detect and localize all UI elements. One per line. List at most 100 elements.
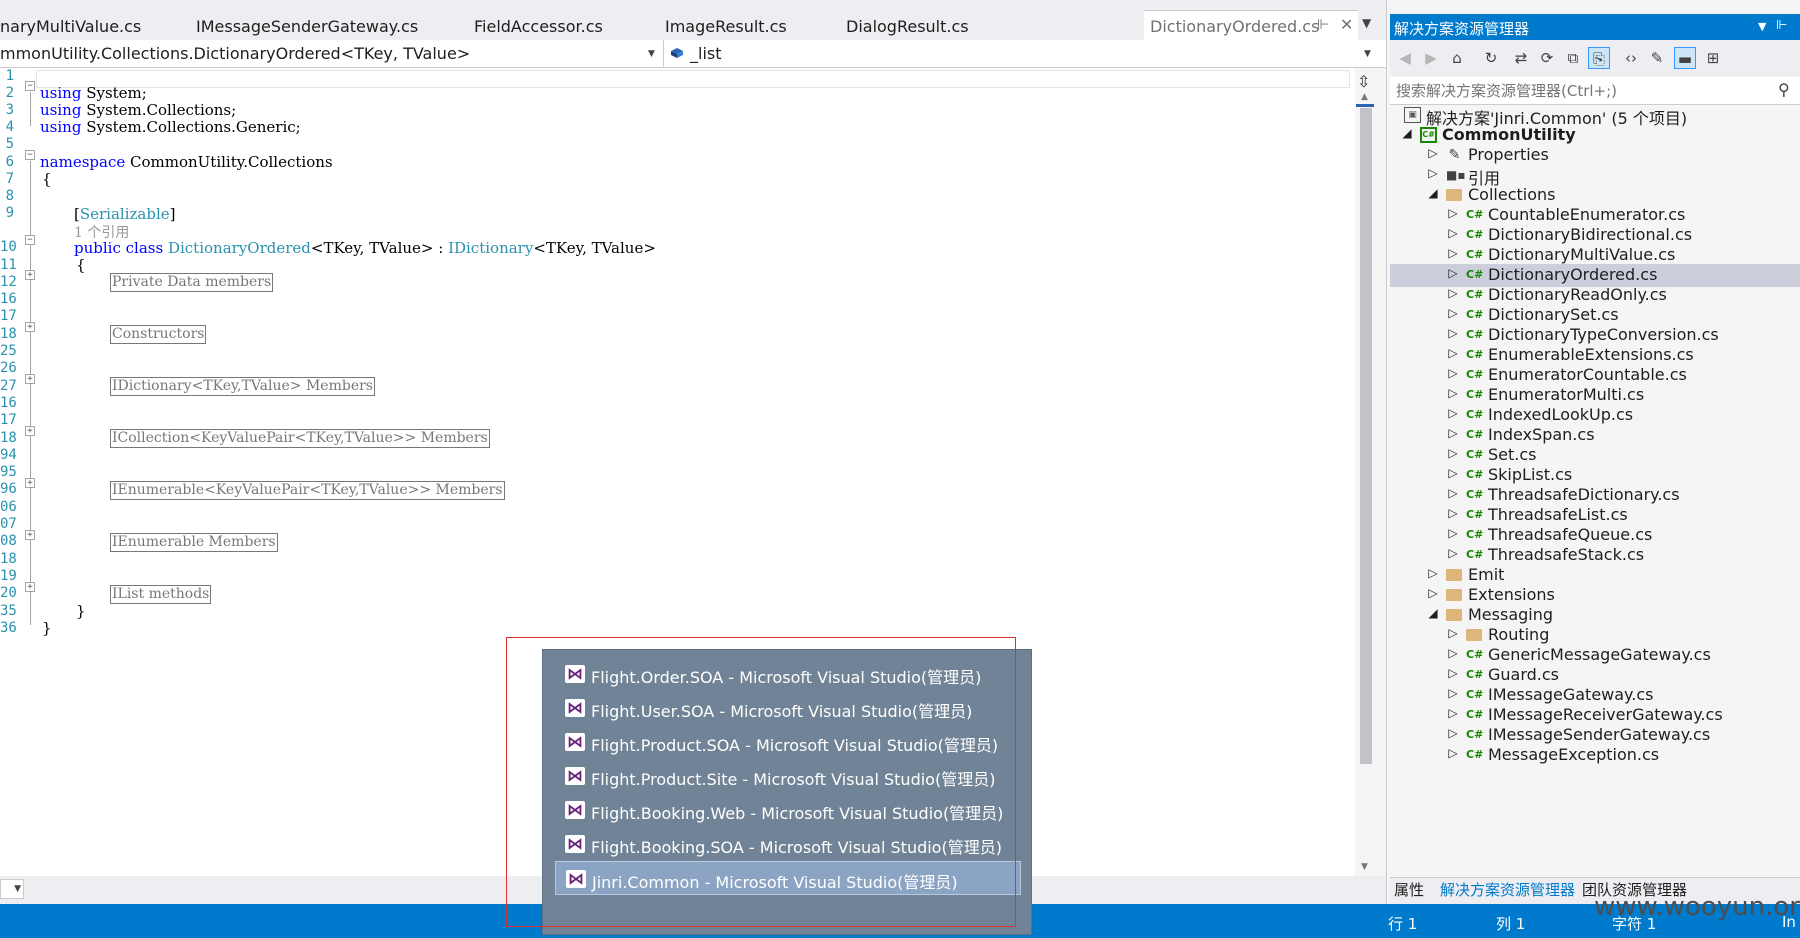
expand-toggle[interactable]: +	[25, 374, 35, 384]
collapsed-region[interactable]: Private Data members	[110, 273, 274, 292]
collapsed-arrow-icon[interactable]: ▷	[1446, 226, 1460, 240]
collapsed-region[interactable]: IEnumerable<KeyValuePair<TKey,TValue>> M…	[110, 481, 505, 500]
collapsed-region[interactable]: Constructors	[110, 325, 207, 344]
collapsed-arrow-icon[interactable]: ▷	[1446, 746, 1460, 760]
switch-views-icon[interactable]: ⇄	[1510, 47, 1532, 69]
collapsed-region[interactable]: IEnumerable Members	[110, 533, 278, 552]
editor-tab[interactable]: IMessageSenderGateway.cs	[196, 14, 418, 40]
pin-icon[interactable]: ⊩	[1776, 18, 1787, 33]
collapsed-arrow-icon[interactable]: ▷	[1446, 286, 1460, 300]
switcher-window-item[interactable]: ⋈ Flight.Booking.SOA - Microsoft Visual S…	[555, 827, 1021, 861]
collapsed-arrow-icon[interactable]: ▷	[1446, 306, 1460, 320]
code-text: System.Collections.Generic;	[81, 118, 301, 136]
solution-search-input[interactable]	[1396, 81, 1766, 101]
collapsed-region[interactable]: IList methods	[110, 585, 212, 604]
pin-tab-icon[interactable]: ⊩	[1317, 17, 1329, 33]
collapse-toggle[interactable]: −	[25, 81, 35, 91]
editor-tab[interactable]: FieldAccessor.cs	[474, 14, 603, 40]
expand-toggle[interactable]: +	[25, 582, 35, 592]
split-window-icon[interactable]: ⇳	[1357, 72, 1370, 91]
collapsed-arrow-icon[interactable]: ▷	[1446, 386, 1460, 400]
member-dropdown[interactable]: _list	[690, 40, 722, 67]
scroll-up-icon[interactable]: ▲	[1361, 92, 1368, 102]
collapsed-arrow-icon[interactable]: ▷	[1446, 706, 1460, 720]
collapsed-arrow-icon[interactable]: ▷	[1446, 506, 1460, 520]
close-tab-icon[interactable]: ✕	[1340, 15, 1353, 34]
expand-toggle[interactable]: +	[25, 426, 35, 436]
collapsed-arrow-icon[interactable]: ▷	[1446, 346, 1460, 360]
collapsed-arrow-icon[interactable]: ▷	[1426, 166, 1440, 180]
collapsed-arrow-icon[interactable]: ▷	[1446, 206, 1460, 220]
collapsed-arrow-icon[interactable]: ▷	[1426, 586, 1440, 600]
scrollbar-thumb[interactable]	[1360, 108, 1372, 764]
chevron-down-icon[interactable]: ▼	[1362, 16, 1371, 30]
search-icon[interactable]: ⚲	[1778, 80, 1790, 99]
collapse-all-icon[interactable]: ⧉	[1562, 47, 1584, 69]
tab-properties[interactable]: 属性	[1394, 879, 1424, 900]
editor-tab[interactable]: DialogResult.cs	[846, 14, 969, 40]
collapsed-arrow-icon[interactable]: ▷	[1446, 646, 1460, 660]
chevron-down-icon[interactable]: ▼	[1364, 49, 1371, 59]
wrench-icon[interactable]: ✎	[1646, 47, 1668, 69]
csharp-file-icon: C#	[1466, 748, 1484, 761]
scroll-down-icon[interactable]: ▼	[1361, 862, 1368, 872]
collapse-toggle[interactable]: −	[25, 150, 35, 160]
collapsed-arrow-icon[interactable]: ▷	[1446, 526, 1460, 540]
home-icon[interactable]: ⌂	[1446, 47, 1468, 69]
forward-icon[interactable]: ▶	[1420, 47, 1442, 69]
collapsed-arrow-icon[interactable]: ▷	[1446, 686, 1460, 700]
editor-tab-active[interactable]: DictionaryOrdered.cs ⊩ ✕	[1144, 10, 1358, 40]
csharp-file-icon: C#	[1466, 508, 1484, 521]
class-diagram-icon[interactable]: ⊞	[1702, 47, 1724, 69]
switcher-window-item[interactable]: ⋈ Flight.Order.SOA - Microsoft Visual Stu…	[555, 657, 1021, 691]
line-number: 95	[0, 464, 17, 480]
switcher-window-item[interactable]: ⋈ Flight.Product.Site - Microsoft Visual …	[555, 759, 1021, 793]
collapsed-arrow-icon[interactable]: ▷	[1426, 146, 1440, 160]
preview-icon[interactable]: ▬	[1674, 47, 1696, 69]
line-number: 18	[0, 326, 17, 342]
collapsed-arrow-icon[interactable]: ▷	[1446, 446, 1460, 460]
tab-solution-explorer[interactable]: 解决方案资源管理器	[1440, 879, 1575, 900]
collapse-toggle[interactable]: −	[25, 235, 35, 245]
type-scope-dropdown[interactable]: mmonUtility.Collections.DictionaryOrdere…	[0, 40, 664, 67]
collapsed-region[interactable]: ICollection<KeyValuePair<TKey,TValue>> M…	[110, 429, 490, 448]
collapsed-arrow-icon[interactable]: ▷	[1446, 266, 1460, 280]
view-code-icon[interactable]: ‹›	[1620, 47, 1642, 69]
collapsed-arrow-icon[interactable]: ▷	[1446, 546, 1460, 560]
line-number: 5	[5, 136, 14, 152]
expand-toggle[interactable]: +	[25, 478, 35, 488]
switcher-window-item[interactable]: ⋈ Flight.Booking.Web - Microsoft Visual S…	[555, 793, 1021, 827]
collapsed-arrow-icon[interactable]: ▷	[1446, 406, 1460, 420]
switcher-window-item[interactable]: ⋈ Jinri.Common - Microsoft Visual Studio(…	[555, 861, 1021, 895]
expanded-arrow-icon[interactable]: ◢	[1426, 606, 1440, 620]
tree-item[interactable]: ▷ C# MessageException.cs	[1390, 744, 1800, 767]
collapsed-arrow-icon[interactable]: ▷	[1426, 566, 1440, 580]
switcher-window-item[interactable]: ⋈ Flight.Product.SOA - Microsoft Visual S…	[555, 725, 1021, 759]
expand-toggle[interactable]: +	[25, 270, 35, 280]
tree-item-label: DictionarySet.cs	[1488, 305, 1619, 324]
collapsed-arrow-icon[interactable]: ▷	[1446, 726, 1460, 740]
collapsed-arrow-icon[interactable]: ▷	[1446, 246, 1460, 260]
back-icon[interactable]: ◀	[1394, 47, 1416, 69]
collapsed-arrow-icon[interactable]: ▷	[1446, 466, 1460, 480]
collapsed-arrow-icon[interactable]: ▷	[1446, 326, 1460, 340]
collapsed-region[interactable]: IDictionary<TKey,TValue> Members	[110, 377, 375, 396]
chevron-down-icon[interactable]: ▼	[648, 49, 655, 59]
collapsed-arrow-icon[interactable]: ▷	[1446, 626, 1460, 640]
collapsed-arrow-icon[interactable]: ▷	[1446, 366, 1460, 380]
expand-toggle[interactable]: +	[25, 530, 35, 540]
sync-icon[interactable]: ↻	[1480, 47, 1502, 69]
show-all-files-icon[interactable]: ⎘	[1588, 47, 1610, 69]
expanded-arrow-icon[interactable]: ◢	[1426, 186, 1440, 200]
switcher-window-item[interactable]: ⋈ Flight.User.SOA - Microsoft Visual Stud…	[555, 691, 1021, 725]
expanded-arrow-icon[interactable]: ◢	[1400, 126, 1414, 140]
chevron-down-icon[interactable]: ▼	[1758, 20, 1766, 33]
collapsed-arrow-icon[interactable]: ▷	[1446, 486, 1460, 500]
zoom-dropdown[interactable]: ▼	[0, 879, 24, 899]
collapsed-arrow-icon[interactable]: ▷	[1446, 666, 1460, 680]
editor-tab[interactable]: ImageResult.cs	[665, 14, 787, 40]
expand-toggle[interactable]: +	[25, 322, 35, 332]
refresh-icon[interactable]: ⟳	[1536, 47, 1558, 69]
collapsed-arrow-icon[interactable]: ▷	[1446, 426, 1460, 440]
editor-tab[interactable]: naryMultiValue.cs	[0, 14, 141, 40]
